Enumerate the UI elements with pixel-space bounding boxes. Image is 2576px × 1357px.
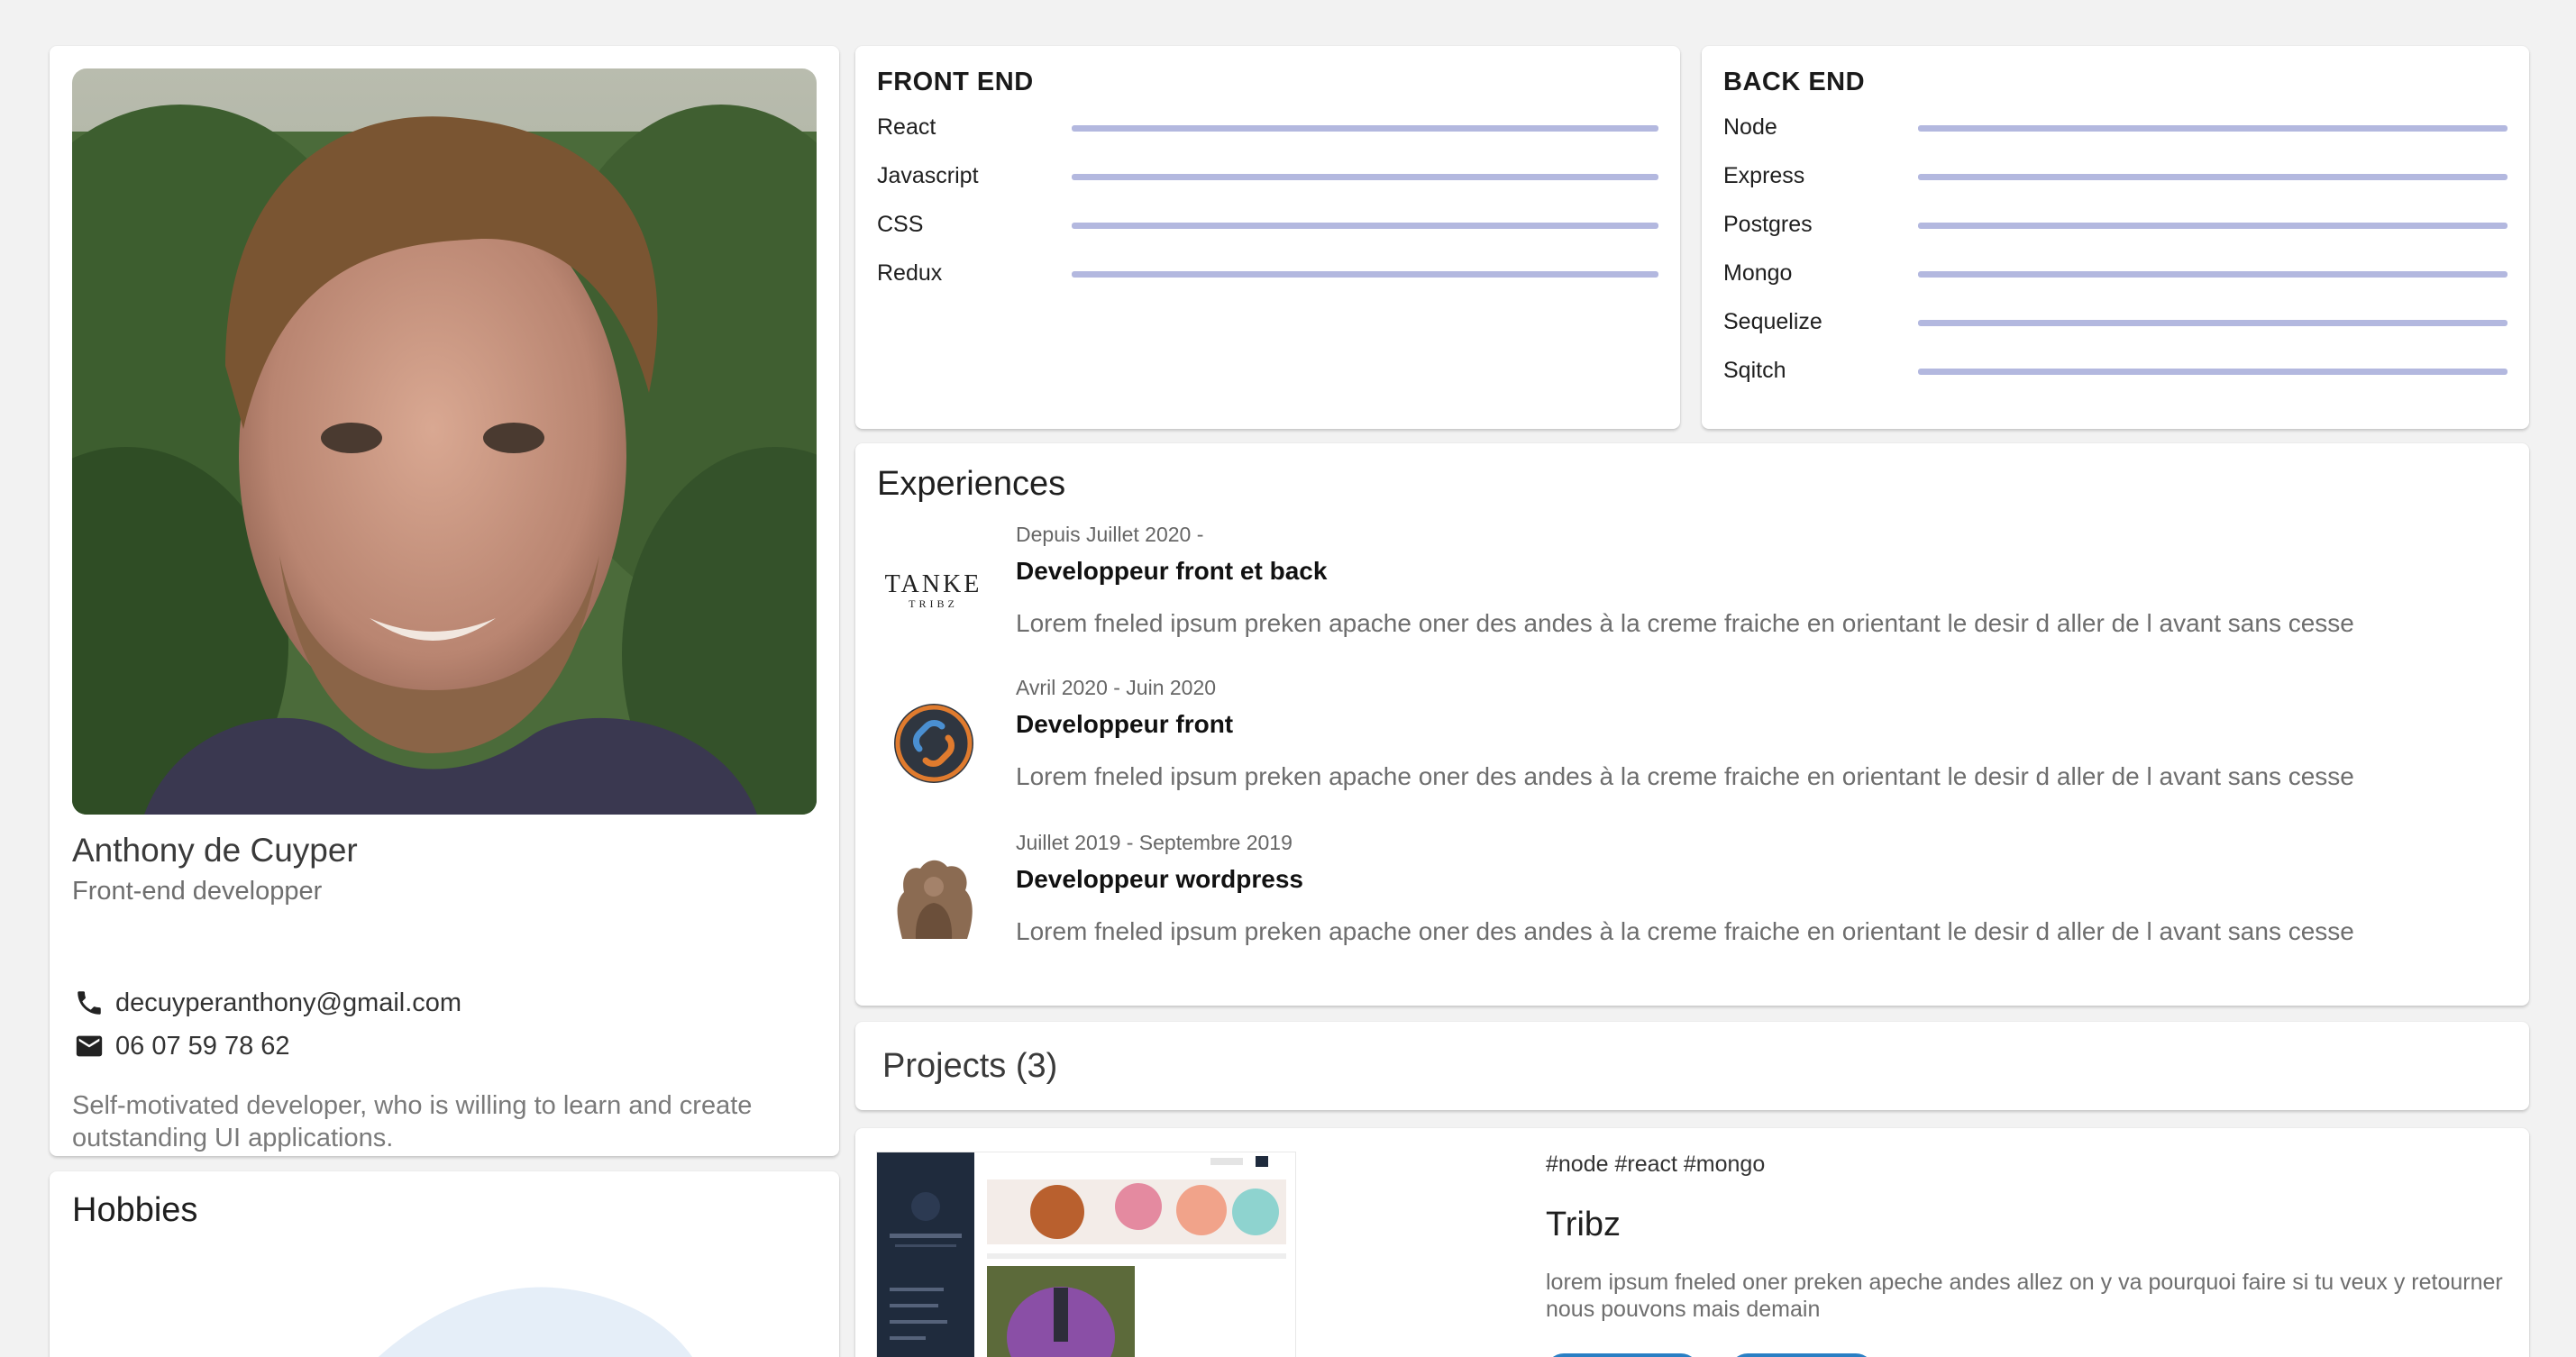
skill-bar [1072, 223, 1658, 229]
skill-row: Javascript [877, 163, 1658, 212]
profile-name: Anthony de Cuyper [72, 832, 358, 869]
frontend-skills-card: FRONT END React Javascript CSS Redux [855, 46, 1680, 429]
projects-title: Projects (3) [882, 1047, 1058, 1085]
hobbies-illustration [378, 1287, 693, 1357]
skill-bar-fill [1072, 271, 1658, 278]
experience-item: Avril 2020 - Juin 2020 Developpeur front… [877, 676, 2499, 829]
project-card: #node #react #mongo Tribz lorem ipsum fn… [855, 1128, 2529, 1357]
skill-name: Postgres [1723, 212, 1813, 237]
experience-role: Developpeur front [1016, 710, 1234, 738]
hobbies-title: Hobbies [72, 1191, 198, 1229]
email-contact[interactable]: decuyperanthony@gmail.com [72, 985, 461, 1021]
company-logo-link [877, 694, 990, 793]
phone-text: 06 07 59 78 62 [115, 1031, 290, 1061]
skill-bar-fill [1072, 174, 1658, 180]
hobbies-card: Hobbies [50, 1171, 839, 1357]
experience-role: Developpeur wordpress [1016, 865, 1303, 893]
skill-row: Redux [877, 260, 1658, 309]
projects-header-card[interactable]: Projects (3) [855, 1022, 2529, 1110]
skill-bar [1072, 125, 1658, 132]
skill-name: Javascript [877, 163, 979, 188]
skill-bar [1072, 174, 1658, 180]
email-text: decuyperanthony@gmail.com [115, 988, 462, 1017]
company-logo-tanke: TANKE TRIBZ [877, 541, 990, 640]
experience-date: Avril 2020 - Juin 2020 [1016, 676, 1217, 699]
experience-description: Lorem fneled ipsum preken apache oner de… [1016, 917, 2354, 945]
project-name: Tribz [1546, 1206, 1621, 1243]
project-demo-button[interactable] [1546, 1353, 1699, 1357]
skill-bar-fill [1918, 125, 2507, 132]
skill-row: React [877, 114, 1658, 163]
skill-name: Sqitch [1723, 358, 1786, 383]
backend-skills-card: BACK END Node Express Postgres Mongo Seq… [1702, 46, 2529, 429]
experience-description: Lorem fneled ipsum preken apache oner de… [1016, 762, 2354, 790]
skill-row: Sequelize [1723, 309, 2507, 358]
skill-name: CSS [877, 212, 924, 237]
phone-icon [72, 986, 106, 1020]
logo-text: TANKE [884, 569, 982, 598]
project-tags: #node #react #mongo [1546, 1152, 1766, 1177]
skill-row: Postgres [1723, 212, 2507, 260]
skill-name: Redux [877, 260, 943, 286]
profile-role: Front-end developper [72, 877, 323, 906]
company-logo-statue [877, 849, 990, 948]
skill-bar-fill [1918, 174, 2507, 180]
backend-title: BACK END [1723, 68, 1866, 96]
skill-bar [1918, 320, 2507, 326]
skill-bar [1918, 369, 2507, 375]
skill-row: Mongo [1723, 260, 2507, 309]
skill-name: Express [1723, 163, 1805, 188]
phone-contact[interactable]: 06 07 59 78 62 [72, 1028, 290, 1064]
frontend-title: FRONT END [877, 68, 1034, 96]
logo-subtext: TRIBZ [909, 597, 958, 610]
skill-row: Express [1723, 163, 2507, 212]
skill-bar [1072, 271, 1658, 278]
skill-bar [1918, 125, 2507, 132]
skill-name: Mongo [1723, 260, 1793, 286]
skill-bar-fill [1918, 369, 2507, 375]
skill-name: Node [1723, 114, 1777, 140]
project-screenshot[interactable] [876, 1152, 1296, 1357]
skill-bar [1918, 174, 2507, 180]
skill-bar-fill [1918, 271, 2507, 278]
experience-item: TANKE TRIBZ Depuis Juillet 2020 - Develo… [877, 523, 2499, 676]
skill-bar [1918, 271, 2507, 278]
experiences-title: Experiences [877, 465, 1066, 503]
skill-bar-fill [1918, 223, 2507, 229]
experience-date: Depuis Juillet 2020 - [1016, 523, 1204, 546]
experience-item: Juillet 2019 - Septembre 2019 Developpeu… [877, 831, 2499, 984]
skill-bar-fill [1072, 125, 1658, 132]
experiences-card: Experiences TANKE TRIBZ Depuis Juillet 2… [855, 443, 2529, 1006]
skill-name: Sequelize [1723, 309, 1822, 334]
experience-role: Developpeur front et back [1016, 557, 1328, 585]
skill-bar-fill [1918, 320, 2507, 326]
experience-date: Juillet 2019 - Septembre 2019 [1016, 831, 1293, 854]
mail-icon [72, 1029, 106, 1063]
skill-row: Node [1723, 114, 2507, 163]
skill-bar-fill [1072, 223, 1658, 229]
skill-bar [1918, 223, 2507, 229]
project-code-button[interactable] [1730, 1353, 1874, 1357]
profile-card: Anthony de Cuyper Front-end developper d… [50, 46, 839, 1156]
skill-row: CSS [877, 212, 1658, 260]
skill-name: React [877, 114, 936, 140]
skill-row: Sqitch [1723, 358, 2507, 406]
project-description: lorem ipsum fneled oner preken apeche an… [1546, 1270, 2503, 1322]
experience-description: Lorem fneled ipsum preken apache oner de… [1016, 609, 2354, 637]
profile-bio: Self-motivated developer, who is willing… [72, 1091, 753, 1152]
profile-photo [72, 68, 817, 815]
